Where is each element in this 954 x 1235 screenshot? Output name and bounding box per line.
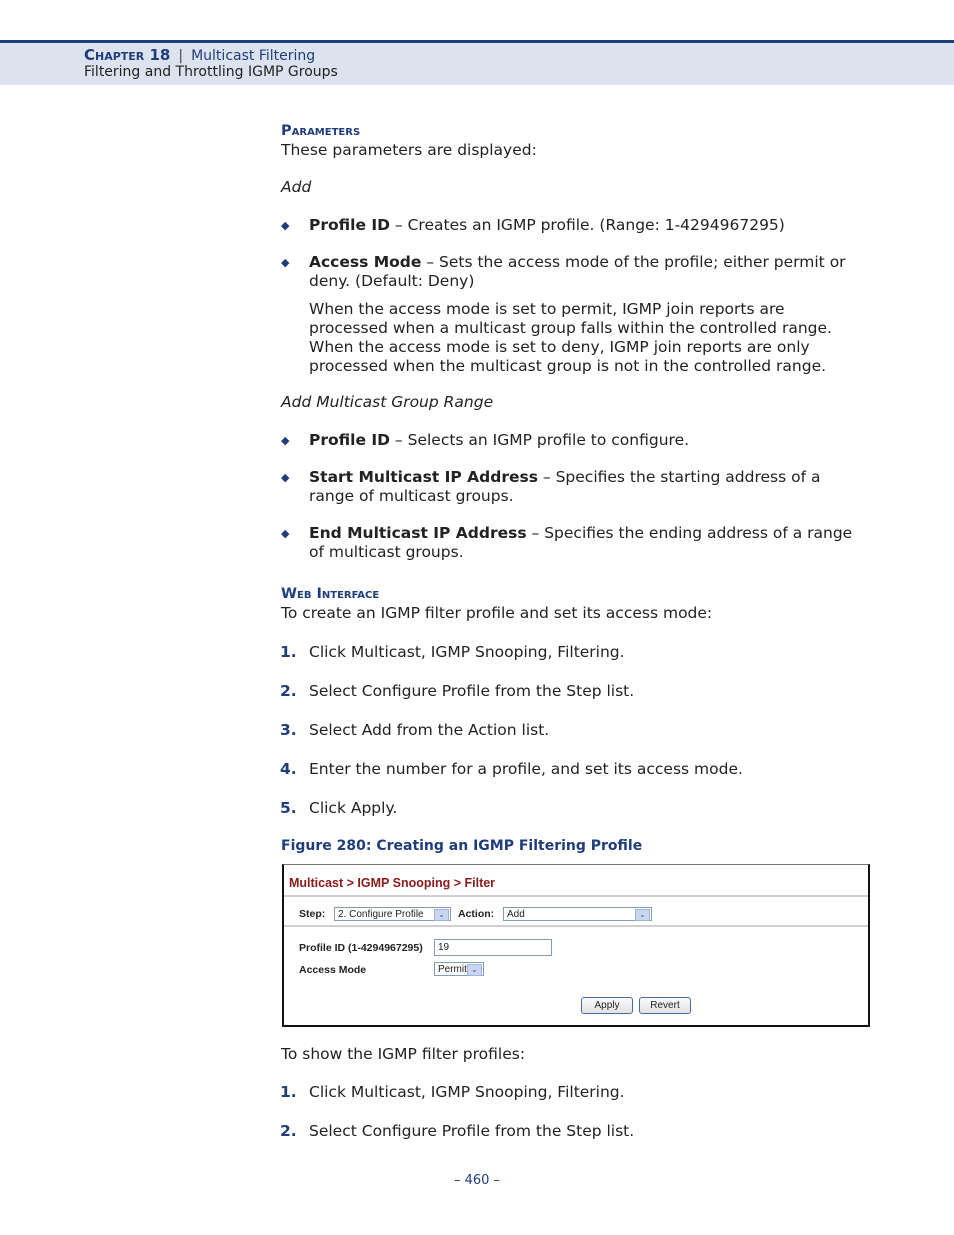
param-item: End Multicast IP Address – Specifies the… — [309, 524, 869, 562]
add-subheading: Add — [281, 178, 312, 196]
step-number: 4. — [280, 760, 297, 778]
step-number: 1. — [280, 1083, 297, 1101]
step-label: Step: — [299, 908, 326, 920]
divider — [284, 895, 868, 897]
param-term: Profile ID — [309, 431, 390, 449]
range-subheading: Add Multicast Group Range — [281, 393, 494, 411]
revert-button[interactable]: Revert — [639, 997, 691, 1014]
bullet-icon: ◆ — [281, 471, 290, 484]
step-text: Click Multicast, IGMP Snooping, Filterin… — [309, 1083, 625, 1101]
figure-caption: Figure 280: Creating an IGMP Filtering P… — [281, 838, 643, 854]
param-note: When the access mode is set to permit, I… — [309, 300, 832, 375]
param-item: Start Multicast IP Address – Specifies t… — [309, 468, 864, 506]
chapter-number: Chapter 18 — [84, 46, 171, 64]
param-item: Profile ID – Selects an IGMP profile to … — [309, 431, 689, 450]
step-text: Click Apply. — [309, 799, 398, 817]
show-intro: To show the IGMP filter profiles: — [281, 1045, 526, 1063]
chapter-line: Chapter 18 | Multicast Filtering — [84, 46, 315, 64]
step-number: 2. — [280, 682, 297, 700]
profile-id-input[interactable]: 19 — [434, 939, 552, 956]
param-item: Profile ID – Creates an IGMP profile. (R… — [309, 216, 785, 235]
web-interface-intro: To create an IGMP filter profile and set… — [281, 604, 713, 622]
param-term: Start Multicast IP Address — [309, 468, 538, 486]
running-header: Chapter 18 | Multicast Filtering Filtering… — [0, 43, 954, 85]
bullet-icon: ◆ — [281, 256, 290, 269]
bullet-icon: ◆ — [281, 219, 290, 232]
divider — [284, 925, 868, 927]
access-mode-value: Permit — [438, 964, 467, 975]
param-item: Access Mode – Sets the access mode of th… — [309, 253, 864, 291]
chevron-down-icon[interactable]: ⌄ — [635, 909, 650, 921]
action-select[interactable]: Add ⌄ — [503, 907, 652, 921]
param-term: Profile ID — [309, 216, 390, 234]
chevron-down-icon[interactable]: ⌄ — [434, 909, 449, 921]
bullet-icon: ◆ — [281, 527, 290, 540]
param-term: Access Mode — [309, 253, 422, 271]
step-text: Select Configure Profile from the Step l… — [309, 682, 635, 700]
parameters-intro: These parameters are displayed: — [281, 141, 537, 159]
step-number: 5. — [280, 799, 297, 817]
param-desc: – Selects an IGMP profile to configure. — [390, 431, 690, 449]
profile-id-label: Profile ID (1-4294967295) — [299, 942, 423, 954]
chapter-title: Multicast Filtering — [191, 48, 316, 64]
header-separator: | — [178, 48, 184, 64]
step-number: 1. — [280, 643, 297, 661]
access-mode-label: Access Mode — [299, 964, 367, 976]
bullet-icon: ◆ — [281, 434, 290, 447]
param-term: End Multicast IP Address — [309, 524, 527, 542]
step-number: 3. — [280, 721, 297, 739]
step-select[interactable]: 2. Configure Profile ⌄ — [334, 907, 451, 921]
chevron-down-icon[interactable]: ⌄ — [467, 964, 482, 976]
step-select-value: 2. Configure Profile — [338, 909, 424, 920]
web-interface-heading: Web Interface — [281, 586, 380, 602]
section-title: Filtering and Throttling IGMP Groups — [84, 64, 338, 80]
page-number: – 460 – — [453, 1173, 501, 1188]
step-text: Select Add from the Action list. — [309, 721, 550, 739]
action-label: Action: — [458, 908, 495, 920]
apply-button[interactable]: Apply — [581, 997, 633, 1014]
parameters-heading: Parameters — [281, 123, 361, 139]
breadcrumb: Multicast > IGMP Snooping > Filter — [289, 876, 496, 890]
param-desc: – Creates an IGMP profile. (Range: 1-429… — [390, 216, 785, 234]
step-number: 2. — [280, 1122, 297, 1140]
figure-screenshot: Multicast > IGMP Snooping > Filter Step:… — [282, 864, 870, 1027]
access-mode-select[interactable]: Permit ⌄ — [434, 962, 484, 976]
step-text: Select Configure Profile from the Step l… — [309, 1122, 635, 1140]
action-select-value: Add — [507, 909, 525, 920]
step-text: Click Multicast, IGMP Snooping, Filterin… — [309, 643, 625, 661]
step-text: Enter the number for a profile, and set … — [309, 760, 743, 778]
